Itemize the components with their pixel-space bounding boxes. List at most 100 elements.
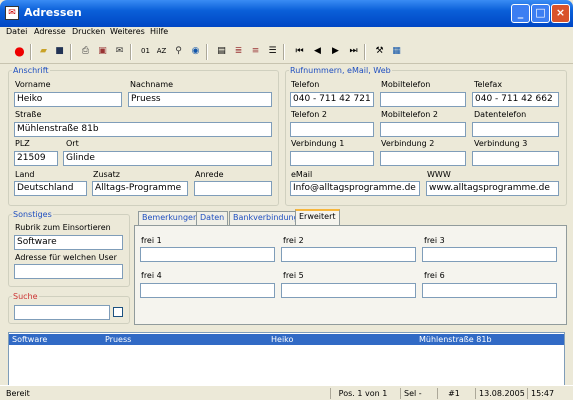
search-globe-icon[interactable]: ◉ [188, 44, 203, 59]
toolbar-separator [283, 44, 285, 60]
zusatz-field[interactable]: Alltags-Programme [92, 181, 188, 196]
first-record-icon[interactable]: ⏮ [292, 44, 307, 59]
strasse-label: Straße [15, 110, 42, 119]
land-field[interactable]: Deutschland [14, 181, 87, 196]
menu-drucken[interactable]: Drucken [72, 27, 105, 36]
menu-datei[interactable]: Datei [6, 27, 27, 36]
tab-bankverbindung[interactable]: Bankverbindung [229, 211, 303, 225]
nachname-field[interactable]: Pruess [128, 92, 272, 107]
status-selection: Sel - [400, 388, 422, 399]
toolbar-separator [364, 44, 366, 60]
info-icon[interactable]: ▦ [389, 44, 404, 59]
rubrik-label: Rubrik zum Einsortieren [15, 223, 111, 232]
strasse-field[interactable]: Mühlenstraße 81b [14, 122, 272, 137]
tab-erweitert[interactable]: Erweitert [295, 209, 340, 226]
verbindung3-field[interactable] [472, 151, 559, 166]
ort-label: Ort [66, 139, 79, 148]
address-book-icon[interactable]: ✉ [5, 6, 19, 20]
list-icon[interactable]: ≡ [248, 44, 263, 59]
search-checkbox[interactable] [113, 307, 123, 317]
datentelefon-label: Datentelefon [474, 110, 527, 119]
edit-list-icon[interactable]: ≣ [231, 44, 246, 59]
menu-bar: Datei Adresse Drucken Weiteres Hilfe [0, 27, 573, 39]
record-icon[interactable]: ● [12, 44, 27, 59]
save-icon[interactable]: ■ [52, 44, 67, 59]
telefon2-field[interactable] [290, 122, 374, 137]
print-icon[interactable]: ⎙ [78, 44, 93, 59]
frei6-label: frei 6 [424, 271, 445, 280]
menu-weiteres[interactable]: Weiteres [110, 27, 145, 36]
cell-vorname: Heiko [271, 335, 294, 344]
verbindung1-field[interactable] [290, 151, 374, 166]
window-title: Adressen [24, 6, 82, 19]
frei1-field[interactable] [140, 247, 275, 262]
verbindung3-label: Verbindung 3 [474, 139, 528, 148]
verbindung2-field[interactable] [380, 151, 466, 166]
maximize-button[interactable]: □ [531, 4, 550, 23]
ort-field[interactable]: Glinde [63, 151, 272, 166]
address-card-icon[interactable]: ▣ [95, 44, 110, 59]
status-position: Pos. 1 von 1 [330, 388, 392, 399]
anschrift-legend: Anschrift [13, 66, 49, 75]
mobiltelefon2-field[interactable] [380, 122, 466, 137]
toolbar-separator [30, 44, 32, 60]
search-input[interactable] [14, 305, 110, 320]
nachname-label: Nachname [130, 80, 174, 89]
menu-adresse[interactable]: Adresse [34, 27, 66, 36]
last-record-icon[interactable]: ⏭ [346, 44, 361, 59]
sort-numeric-icon[interactable]: 01 [138, 44, 153, 59]
sonstiges-legend: Sonstiges [13, 210, 52, 219]
toolbar-separator [70, 44, 72, 60]
mobiltelefon2-label: Mobiltelefon 2 [381, 110, 438, 119]
frei3-field[interactable] [422, 247, 557, 262]
close-button[interactable]: × [551, 4, 570, 23]
frei4-label: frei 4 [141, 271, 162, 280]
cell-strasse: Mühlenstraße 81b [419, 335, 492, 344]
telefon2-label: Telefon 2 [291, 110, 328, 119]
telefon-field[interactable]: 040 - 711 42 721 [290, 92, 374, 107]
tab-daten[interactable]: Daten [196, 211, 229, 225]
envelope-icon[interactable]: ✉ [112, 44, 127, 59]
title-bar[interactable]: ✉ Adressen _ □ × [0, 0, 573, 27]
frei1-label: frei 1 [141, 236, 162, 245]
status-record-number: #1 [437, 388, 467, 399]
user-field[interactable] [14, 264, 123, 279]
open-folder-icon[interactable]: ▰ [36, 44, 51, 59]
previous-record-icon[interactable]: ◀ [310, 44, 325, 59]
tab-panel-erweitert [134, 225, 567, 325]
table-row[interactable]: Software Pruess Heiko Mühlenstraße 81b [9, 334, 564, 345]
frei2-field[interactable] [281, 247, 416, 262]
vorname-field[interactable]: Heiko [14, 92, 122, 107]
frei2-label: frei 2 [283, 236, 304, 245]
email-label: eMail [291, 170, 313, 179]
columns-icon[interactable]: ☰ [265, 44, 280, 59]
tab-bemerkungen[interactable]: Bemerkungen [138, 211, 203, 225]
plz-label: PLZ [15, 139, 30, 148]
next-record-icon[interactable]: ▶ [328, 44, 343, 59]
preview-icon[interactable]: ▤ [214, 44, 229, 59]
binoculars-icon[interactable]: ⚲ [171, 44, 186, 59]
frei6-field[interactable] [422, 283, 557, 298]
sort-alpha-icon[interactable]: AZ [154, 44, 169, 59]
telefax-field[interactable]: 040 - 711 42 662 [472, 92, 559, 107]
cell-rubrik: Software [12, 335, 48, 344]
datentelefon-field[interactable] [472, 122, 559, 137]
telefax-label: Telefax [474, 80, 503, 89]
address-list[interactable]: Software Pruess Heiko Mühlenstraße 81b [8, 332, 565, 386]
land-label: Land [15, 170, 35, 179]
minimize-button[interactable]: _ [511, 4, 530, 23]
email-field[interactable]: Info@alltagsprogramme.de [290, 181, 420, 196]
menu-hilfe[interactable]: Hilfe [150, 27, 168, 36]
plz-field[interactable]: 21509 [14, 151, 58, 166]
anrede-field[interactable] [194, 181, 272, 196]
rufnummern-legend: Rufnummern, eMail, Web [290, 66, 391, 75]
frei4-field[interactable] [140, 283, 275, 298]
www-label: WWW [427, 170, 451, 179]
frei5-field[interactable] [281, 283, 416, 298]
www-field[interactable]: www.alltagsprogramme.de [426, 181, 559, 196]
tools-icon[interactable]: ⚒ [372, 44, 387, 59]
anrede-label: Anrede [195, 170, 224, 179]
rubrik-field[interactable]: Software [14, 235, 123, 250]
mobiltelefon-field[interactable] [380, 92, 466, 107]
user-label: Adresse für welchen User [15, 253, 117, 262]
